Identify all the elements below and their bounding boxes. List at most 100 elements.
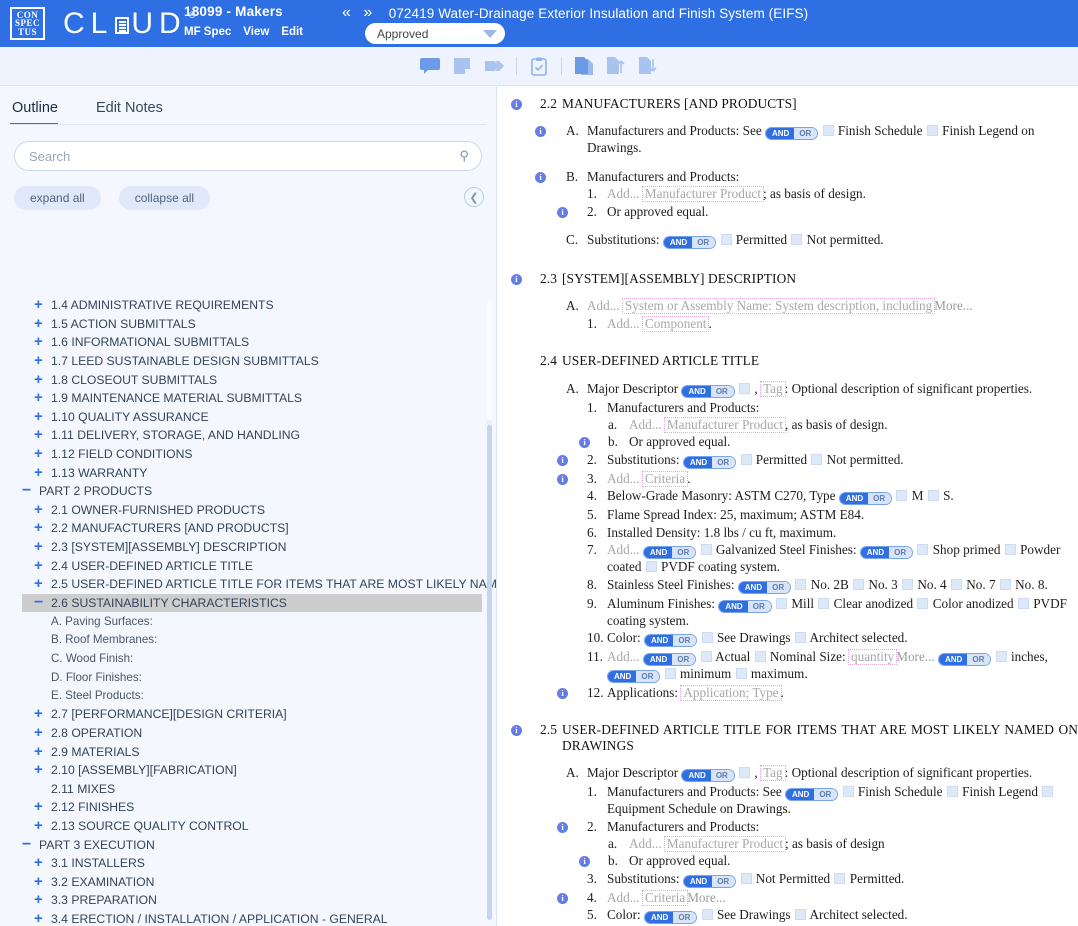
and-or-toggle[interactable]: AND OR: [718, 599, 772, 613]
and-option[interactable]: AND: [682, 385, 711, 397]
and-or-toggle[interactable]: AND OR: [938, 652, 992, 666]
outline-item-22[interactable]: +2.7 [PERFORMANCE][DESIGN CRITERIA]: [22, 705, 496, 724]
brand-logo[interactable]: CON SPEC TUS CL UD ®: [0, 0, 195, 47]
option-checkbox[interactable]: [853, 578, 865, 590]
info-icon[interactable]: i: [557, 454, 568, 466]
copy-document-button[interactable]: [568, 52, 600, 80]
more-link[interactable]: More...: [934, 298, 972, 313]
add-placeholder[interactable]: Add...: [607, 542, 643, 557]
document-item[interactable]: 3. Substitutions: AND OR Not Permitted Per…: [497, 871, 1078, 888]
or-option[interactable]: OR: [710, 385, 734, 397]
option-checkbox[interactable]: [917, 544, 929, 556]
search-icon[interactable]: ⚲: [459, 148, 469, 164]
document-item[interactable]: 5. Flame Spread Index: 25, maximum; ASTM …: [497, 507, 1078, 522]
outline-item-32[interactable]: +3.3 PREPARATION: [22, 891, 496, 910]
option-checkbox[interactable]: [926, 125, 938, 137]
expand-icon[interactable]: +: [34, 502, 49, 517]
expand-icon[interactable]: +: [34, 911, 49, 926]
option-checkbox[interactable]: [902, 578, 914, 590]
info-icon[interactable]: i: [511, 725, 522, 737]
expand-icon[interactable]: +: [34, 539, 49, 554]
more-link[interactable]: More...: [687, 890, 725, 905]
option-checkbox[interactable]: [754, 650, 766, 662]
menu-item-edit[interactable]: Edit: [279, 23, 313, 41]
editable-token[interactable]: Manufacturer Product: [663, 835, 787, 852]
outline-item-20[interactable]: D. Floor Finishes:: [22, 668, 496, 687]
document-item[interactable]: i 12. Applications: Application; Type.: [497, 684, 1078, 701]
editable-token[interactable]: System or Assembly Name: System descript…: [621, 298, 936, 315]
clipboard-button[interactable]: [523, 52, 555, 80]
expand-icon[interactable]: +: [34, 297, 49, 312]
option-checkbox[interactable]: [700, 544, 712, 556]
outline-item-9[interactable]: +1.13 WARRANTY: [22, 463, 496, 482]
expand-icon[interactable]: +: [34, 316, 49, 331]
comment-button[interactable]: [414, 52, 446, 80]
document-item[interactable]: A. Major Descriptor AND OR , Tag: Optional…: [497, 380, 1078, 398]
search-input[interactable]: [27, 147, 460, 165]
document-item[interactable]: i b. Or approved equal.: [497, 853, 1078, 868]
option-checkbox[interactable]: [794, 631, 806, 643]
option-checkbox[interactable]: [645, 561, 657, 573]
option-checkbox[interactable]: [834, 872, 846, 884]
editable-token[interactable]: Criteria: [641, 470, 689, 487]
expand-icon[interactable]: +: [34, 465, 49, 480]
note-button[interactable]: [446, 52, 478, 80]
info-icon[interactable]: i: [557, 892, 568, 904]
outline-item-19[interactable]: C. Wood Finish:: [22, 649, 496, 668]
document-item[interactable]: 1. Add... Component.: [497, 315, 1078, 332]
expand-icon[interactable]: +: [34, 427, 49, 442]
document-item[interactable]: 7. Add... AND OR Galvanized Steel Finishes…: [497, 542, 1078, 574]
or-option[interactable]: OR: [712, 875, 736, 887]
outline-item-16[interactable]: −2.6 SUSTAINABILITY CHARACTERISTICS: [22, 593, 482, 613]
info-icon[interactable]: i: [535, 171, 546, 183]
outline-item-33[interactable]: +3.4 ERECTION / INSTALLATION / APPLICATI…: [22, 910, 496, 926]
option-checkbox[interactable]: [701, 631, 713, 643]
and-or-toggle[interactable]: AND OR: [642, 546, 697, 560]
outline-item-29[interactable]: − PART 3 EXECUTION: [22, 835, 496, 854]
and-option[interactable]: AND: [860, 547, 890, 559]
or-option[interactable]: OR: [868, 493, 892, 505]
option-checkbox[interactable]: [896, 490, 908, 502]
expand-icon[interactable]: +: [34, 725, 49, 740]
outline-item-1[interactable]: +1.5 ACTION SUBMITTALS: [22, 315, 496, 334]
expand-icon[interactable]: +: [34, 874, 49, 889]
expand-icon[interactable]: +: [34, 762, 49, 777]
outline-item-17[interactable]: A. Paving Surfaces:: [22, 612, 496, 631]
collapse-icon[interactable]: −: [22, 483, 37, 499]
outline-item-14[interactable]: +2.4 USER-DEFINED ARTICLE TITLE: [22, 556, 496, 575]
article-heading[interactable]: 2.4 USER-DEFINED ARTICLE TITLE: [497, 353, 1078, 368]
and-or-toggle[interactable]: AND OR: [662, 236, 717, 250]
expand-icon[interactable]: +: [34, 799, 49, 814]
outline-item-26[interactable]: 2.11 MIXES: [22, 779, 496, 798]
or-option[interactable]: OR: [636, 670, 660, 682]
outline-scrollbar[interactable]: [487, 300, 492, 920]
tab-outline[interactable]: Outline: [10, 100, 70, 125]
document-item[interactable]: i 3. Add... Criteria.: [497, 470, 1078, 487]
and-option[interactable]: AND: [643, 547, 673, 559]
outline-item-10[interactable]: − PART 2 PRODUCTS: [22, 482, 496, 501]
tab-edit-notes[interactable]: Edit Notes: [94, 100, 175, 125]
outline-item-0[interactable]: +1.4 ADMINISTRATIVE REQUIREMENTS: [22, 296, 496, 315]
and-option[interactable]: AND: [785, 789, 815, 801]
and-option[interactable]: AND: [663, 237, 693, 249]
or-option[interactable]: OR: [712, 456, 736, 468]
option-checkbox[interactable]: [818, 597, 830, 609]
info-icon[interactable]: i: [557, 473, 568, 485]
option-checkbox[interactable]: [950, 578, 962, 590]
document-item[interactable]: i b. Or approved equal.: [497, 434, 1078, 449]
option-checkbox[interactable]: [946, 786, 958, 798]
or-option[interactable]: OR: [747, 600, 771, 612]
and-option[interactable]: AND: [683, 875, 713, 887]
document-item[interactable]: i 4. Add... Criteria More...: [497, 889, 1078, 906]
article-title[interactable]: USER-DEFINED ARTICLE TITLE: [562, 353, 1078, 368]
document-item[interactable]: A. Add... System or Assembly Name: System…: [497, 298, 1078, 315]
or-option[interactable]: OR: [710, 770, 734, 782]
editable-token[interactable]: Manufacturer Product: [663, 417, 787, 434]
option-checkbox[interactable]: [776, 597, 788, 609]
editable-token[interactable]: Tag: [760, 765, 786, 782]
option-checkbox[interactable]: [822, 125, 834, 137]
or-option[interactable]: OR: [672, 653, 696, 665]
outline-item-8[interactable]: +1.12 FIELD CONDITIONS: [22, 445, 496, 464]
outline-item-13[interactable]: +2.3 [SYSTEM][ASSEMBLY] DESCRIPTION: [22, 538, 496, 557]
option-checkbox[interactable]: [999, 578, 1011, 590]
